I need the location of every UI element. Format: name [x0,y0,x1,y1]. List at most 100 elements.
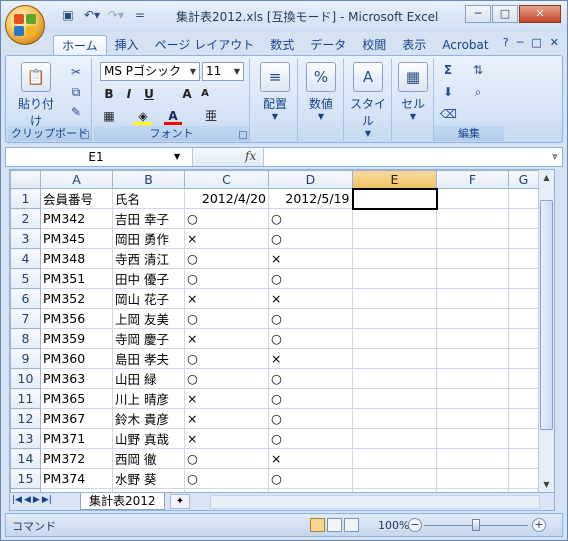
cell[interactable] [352,228,437,249]
sort-filter-icon[interactable]: ⇅ [470,62,486,78]
cell[interactable] [508,228,539,249]
ribbon-restore-button[interactable]: □ [531,36,541,49]
cell[interactable] [508,248,539,269]
cell[interactable] [352,268,437,289]
cell[interactable] [436,448,509,469]
cell[interactable] [508,468,539,489]
clear-icon[interactable]: ⌫ [440,106,457,122]
cell[interactable]: 山田 緑 [112,368,185,389]
cell[interactable] [352,248,437,269]
cell[interactable]: ○ [268,368,353,389]
paste-button[interactable]: 📋 貼り付け [14,62,58,129]
redo-icon[interactable]: ↷▾ [107,7,125,23]
font-name-select[interactable]: MS Pゴシック ▼ [100,62,200,81]
cell[interactable] [352,408,437,429]
cell[interactable]: ○ [268,308,353,329]
cell[interactable] [351,187,438,210]
border-icon[interactable]: ▦ [100,107,118,125]
column-header[interactable]: D [268,170,353,189]
expand-formula-icon[interactable]: ⩔ [548,148,562,166]
cell[interactable]: ○ [268,268,353,289]
row-header[interactable]: 12 [10,408,41,429]
cell[interactable]: × [268,348,353,369]
cell[interactable]: ○ [268,328,353,349]
page-break-view-icon[interactable] [344,518,359,532]
font-size-select[interactable]: 11 ▼ [202,62,244,81]
scroll-up-icon[interactable]: ▲ [539,170,554,185]
cell[interactable]: ○ [184,308,269,329]
cell[interactable]: 水野 葵 [112,468,185,489]
underline-button[interactable]: U [140,85,158,103]
cell[interactable]: 吉田 幸子 [112,208,185,229]
cell[interactable]: ○ [184,468,269,489]
cell[interactable] [352,288,437,309]
cell[interactable]: × [268,288,353,309]
cell[interactable]: ○ [184,448,269,469]
cell[interactable] [436,268,509,289]
page-layout-view-icon[interactable] [327,518,342,532]
number-button[interactable]: % 数値 ▼ [302,62,340,121]
cell[interactable]: 寺岡 慶子 [112,328,185,349]
cell[interactable]: 西岡 徹 [112,448,185,469]
name-box[interactable]: E1 [8,149,184,165]
cell[interactable]: ○ [184,348,269,369]
cell[interactable]: 寺西 清江 [112,248,185,269]
cell[interactable] [436,468,509,489]
cell[interactable]: PM371 [40,428,113,449]
row-header[interactable]: 14 [10,448,41,469]
tab-home[interactable]: ホーム [53,35,107,55]
cell[interactable]: ○ [268,388,353,409]
cell[interactable] [508,348,539,369]
bold-button[interactable]: B [100,85,118,103]
cell[interactable] [436,188,509,209]
cells-button[interactable]: ▦ セル ▼ [394,62,432,121]
row-header[interactable]: 9 [10,348,41,369]
row-header[interactable]: 5 [10,268,41,289]
cell[interactable]: ○ [268,208,353,229]
cell[interactable] [352,448,437,469]
tab-review[interactable]: 校閲 [354,35,394,55]
cell[interactable]: PM360 [40,348,113,369]
column-header[interactable]: A [40,170,113,189]
cell[interactable]: ○ [184,208,269,229]
cell[interactable] [436,368,509,389]
cell[interactable]: PM359 [40,328,113,349]
column-header[interactable]: C [184,170,269,189]
zoom-level[interactable]: 100% [378,519,409,532]
column-header[interactable]: B [112,170,185,189]
close-button[interactable]: ✕ [519,5,561,23]
font-color-button[interactable]: A [164,107,182,125]
italic-button[interactable]: I [120,85,138,103]
select-all-button[interactable] [10,170,41,189]
row-header[interactable]: 3 [10,228,41,249]
cell[interactable] [436,348,509,369]
tab-insert[interactable]: 挿入 [107,35,147,55]
cell[interactable] [352,388,437,409]
cell[interactable] [508,408,539,429]
cell[interactable] [508,288,539,309]
column-header[interactable]: E [352,170,437,189]
cell[interactable]: ○ [184,248,269,269]
cell[interactable]: PM345 [40,228,113,249]
cell[interactable] [436,248,509,269]
cell[interactable]: PM363 [40,368,113,389]
cell[interactable] [508,268,539,289]
row-header[interactable]: 2 [10,208,41,229]
cell[interactable]: PM367 [40,408,113,429]
cell[interactable] [436,388,509,409]
row-header[interactable]: 4 [10,248,41,269]
cell[interactable]: 岡田 勇作 [112,228,185,249]
zoom-out-button[interactable]: − [408,518,422,532]
cell[interactable] [436,288,509,309]
row-header[interactable]: 7 [10,308,41,329]
cell[interactable]: PM351 [40,268,113,289]
save-icon[interactable]: ▣ [59,7,77,23]
cell[interactable]: × [184,328,269,349]
copy-icon[interactable]: ⧉ [68,84,84,100]
row-header[interactable]: 10 [10,368,41,389]
cell[interactable]: 岡山 花子 [112,288,185,309]
zoom-in-button[interactable]: + [532,518,546,532]
customize-qat-button[interactable]: = [131,7,149,23]
cell[interactable]: ○ [268,428,353,449]
cell[interactable]: ○ [268,228,353,249]
